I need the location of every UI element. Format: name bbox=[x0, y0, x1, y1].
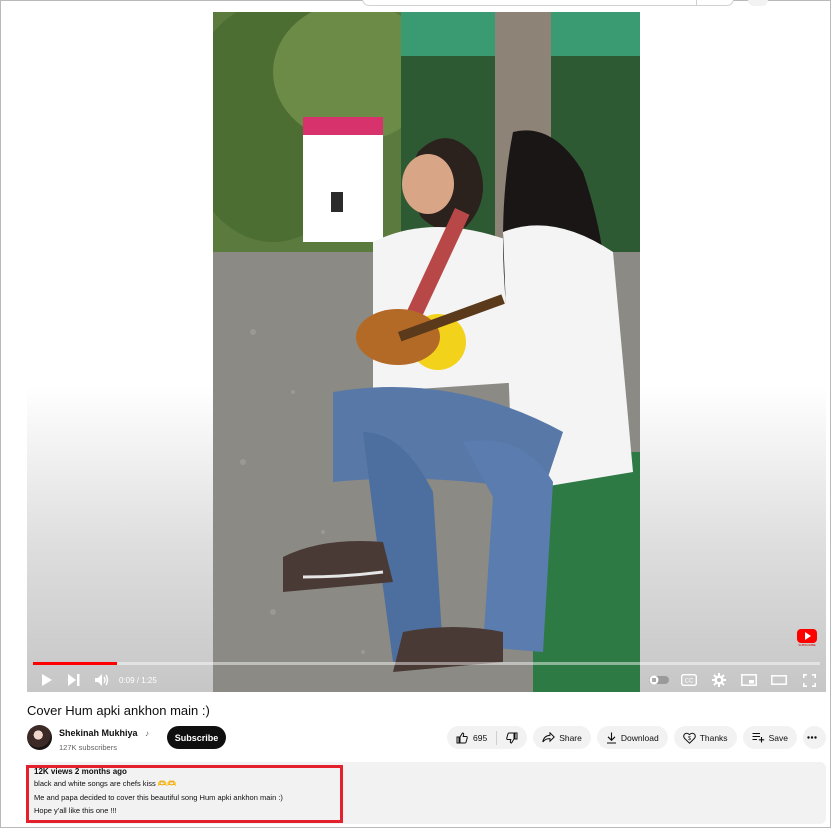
search-bar-edge[interactable] bbox=[362, 0, 734, 6]
fullscreen-icon[interactable] bbox=[798, 670, 820, 690]
player-right-controls: CC bbox=[648, 668, 820, 692]
next-icon[interactable] bbox=[63, 670, 85, 690]
thumbs-up-icon bbox=[456, 731, 468, 743]
watermark-label: SUBSCRIBE bbox=[798, 643, 816, 647]
download-button[interactable]: Download bbox=[596, 726, 668, 749]
play-icon[interactable] bbox=[35, 670, 57, 690]
save-label: Save bbox=[768, 732, 788, 743]
volume-icon[interactable] bbox=[91, 670, 113, 690]
settings-icon[interactable] bbox=[708, 670, 730, 690]
more-actions-button[interactable] bbox=[802, 726, 826, 749]
channel-watermark[interactable]: SUBSCRIBE bbox=[796, 629, 818, 651]
save-button[interactable]: Save bbox=[742, 726, 797, 749]
thanks-heart-icon: $ bbox=[682, 732, 696, 744]
svg-text:$: $ bbox=[688, 736, 691, 742]
thanks-label: Thanks bbox=[699, 732, 728, 743]
dislike-button[interactable] bbox=[497, 726, 527, 749]
theater-icon[interactable] bbox=[768, 670, 790, 690]
video-title: Cover Hum apki ankhon main :) bbox=[27, 703, 210, 718]
highlight-annotation-box bbox=[26, 765, 343, 823]
share-button[interactable]: Share bbox=[533, 726, 591, 749]
video-player[interactable]: SUBSCRIBE 0:09 / 1:25 CC bbox=[27, 12, 826, 692]
share-label: Share bbox=[559, 732, 582, 743]
like-button[interactable]: 695 bbox=[447, 726, 496, 749]
thumbs-down-icon bbox=[506, 732, 518, 744]
miniplayer-icon[interactable] bbox=[738, 670, 760, 690]
autoplay-toggle-icon[interactable] bbox=[648, 670, 670, 690]
download-label: Download bbox=[620, 732, 659, 743]
music-note-icon: ♪ bbox=[144, 728, 149, 738]
thanks-button[interactable]: $ Thanks bbox=[673, 726, 737, 749]
player-controls: 0:09 / 1:25 CC bbox=[27, 668, 826, 692]
save-playlist-icon bbox=[752, 732, 764, 743]
svg-text:CC: CC bbox=[685, 679, 694, 685]
video-frame[interactable] bbox=[213, 12, 640, 692]
time-display: 0:09 / 1:25 bbox=[119, 675, 157, 685]
channel-name[interactable]: Shekinah Mukhiya bbox=[59, 728, 138, 738]
subscribe-button[interactable]: Subscribe bbox=[167, 726, 226, 749]
youtube-logo-icon bbox=[797, 629, 817, 643]
progress-bar[interactable] bbox=[33, 662, 820, 665]
avatar[interactable] bbox=[27, 724, 52, 750]
video-scene-image bbox=[213, 12, 640, 692]
captions-icon[interactable]: CC bbox=[678, 670, 700, 690]
channel-info: Shekinah Mukhiya ♪ 127K subscribers bbox=[27, 723, 149, 752]
search-divider bbox=[696, 0, 697, 5]
subscriber-count: 127K subscribers bbox=[59, 742, 117, 752]
action-bar: 695 Share Download $ Thanks Save bbox=[447, 726, 826, 749]
progress-fill bbox=[33, 662, 118, 665]
download-icon bbox=[606, 732, 616, 744]
more-horizontal-icon bbox=[807, 736, 818, 739]
like-count: 695 bbox=[473, 732, 488, 743]
voice-search-edge[interactable] bbox=[748, 0, 768, 6]
share-icon bbox=[542, 732, 556, 743]
like-dislike-group: 695 bbox=[447, 726, 528, 749]
channel-text: Shekinah Mukhiya ♪ 127K subscribers bbox=[59, 723, 149, 752]
